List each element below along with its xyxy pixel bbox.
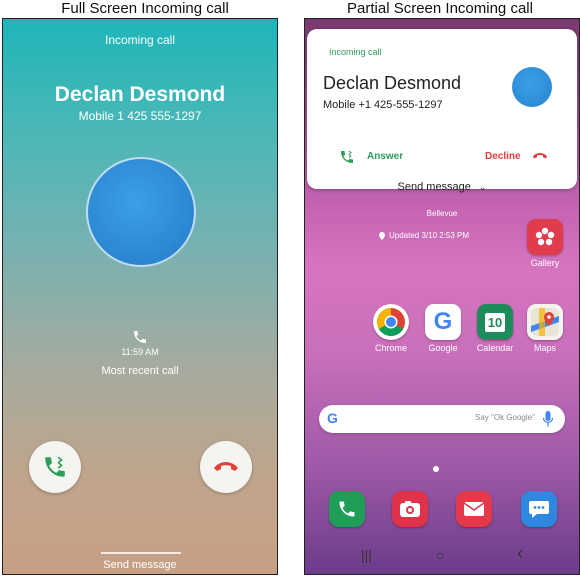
page-indicator-dot (433, 466, 439, 472)
camera-app-icon[interactable] (392, 491, 428, 527)
full-screen-call-phone: Incoming call Declan Desmond Mobile 1 42… (2, 18, 278, 575)
weather-updated: Updated 3/10 2:53 PM (389, 231, 470, 240)
phone-app-icon[interactable] (329, 491, 365, 527)
end-call-icon (214, 462, 238, 471)
caller-avatar (86, 157, 196, 267)
maps-app-label: Maps (533, 343, 556, 353)
notification-caller-avatar (512, 67, 552, 107)
chrome-icon (377, 308, 405, 336)
caption-partial-screen: Partial Screen Incoming call (347, 0, 533, 17)
google-logo-icon: G (327, 410, 338, 426)
recent-call-time: 11:59 AM (121, 347, 159, 357)
email-app-icon[interactable] (456, 491, 492, 527)
camera-icon (400, 501, 420, 517)
incoming-call-label: Incoming call (104, 33, 176, 47)
notification-caller-number: Mobile +1 425-555-1297 (323, 99, 443, 111)
caller-number: Mobile 1 425 555-1297 (78, 109, 202, 123)
send-message-link[interactable]: Send message (3, 559, 277, 571)
answer-phone-icon (45, 456, 65, 477)
search-placeholder: Say "Ok Google" (475, 413, 535, 422)
incoming-call-notification[interactable]: Incoming call Declan Desmond Mobile +1 4… (307, 29, 577, 193)
weather-city: Bellevue (426, 209, 458, 218)
answer-button[interactable] (29, 441, 81, 493)
google-search-bar[interactable]: G Say "Ok Google" (319, 405, 565, 433)
chrome-app-icon[interactable] (373, 304, 409, 340)
calendar-date-icon: 10 (484, 312, 506, 332)
end-call-icon[interactable] (531, 150, 549, 162)
microphone-icon[interactable] (543, 411, 553, 427)
phone-icon (134, 331, 146, 343)
chrome-app-label: Chrome (374, 343, 407, 353)
home-button[interactable]: ○ (436, 547, 444, 563)
answer-button[interactable]: Answer (367, 151, 403, 162)
decline-button[interactable] (200, 441, 252, 493)
maps-app-icon[interactable] (527, 304, 563, 340)
caption-full-screen: Full Screen Incoming call (61, 0, 229, 17)
phone-icon (339, 501, 355, 517)
answer-phone-icon[interactable] (339, 149, 355, 165)
partial-screen-call-phone: Incoming call Declan Desmond Mobile +1 4… (304, 18, 580, 575)
gallery-app-label: Gallery (530, 258, 560, 268)
envelope-icon (463, 502, 485, 516)
google-g-icon: G (433, 308, 453, 335)
decline-button[interactable]: Decline (485, 151, 521, 162)
google-app-label: Google (428, 343, 458, 353)
send-message-button[interactable]: Send message ⌄ (307, 181, 577, 193)
caller-name: Declan Desmond (54, 83, 226, 106)
send-message-handle[interactable] (101, 552, 181, 554)
location-pin-icon (379, 232, 385, 240)
notification-caller-name: Declan Desmond (323, 73, 462, 93)
notification-incoming-label: Incoming call (329, 47, 382, 57)
calendar-app-icon[interactable]: 10 (477, 304, 513, 340)
map-pin-icon (531, 308, 559, 336)
messages-app-icon[interactable] (521, 491, 557, 527)
back-button[interactable]: ‹ (517, 543, 523, 564)
recent-call-label: Most recent call (101, 365, 179, 377)
chevron-down-icon: ⌄ (478, 182, 487, 192)
gallery-app-icon[interactable] (527, 219, 563, 255)
flower-icon (535, 227, 555, 246)
recent-apps-button[interactable]: ||| (361, 547, 372, 563)
google-app-icon[interactable]: G (425, 304, 461, 340)
chat-bubble-icon (529, 501, 549, 518)
send-message-label: Send message (397, 181, 471, 193)
